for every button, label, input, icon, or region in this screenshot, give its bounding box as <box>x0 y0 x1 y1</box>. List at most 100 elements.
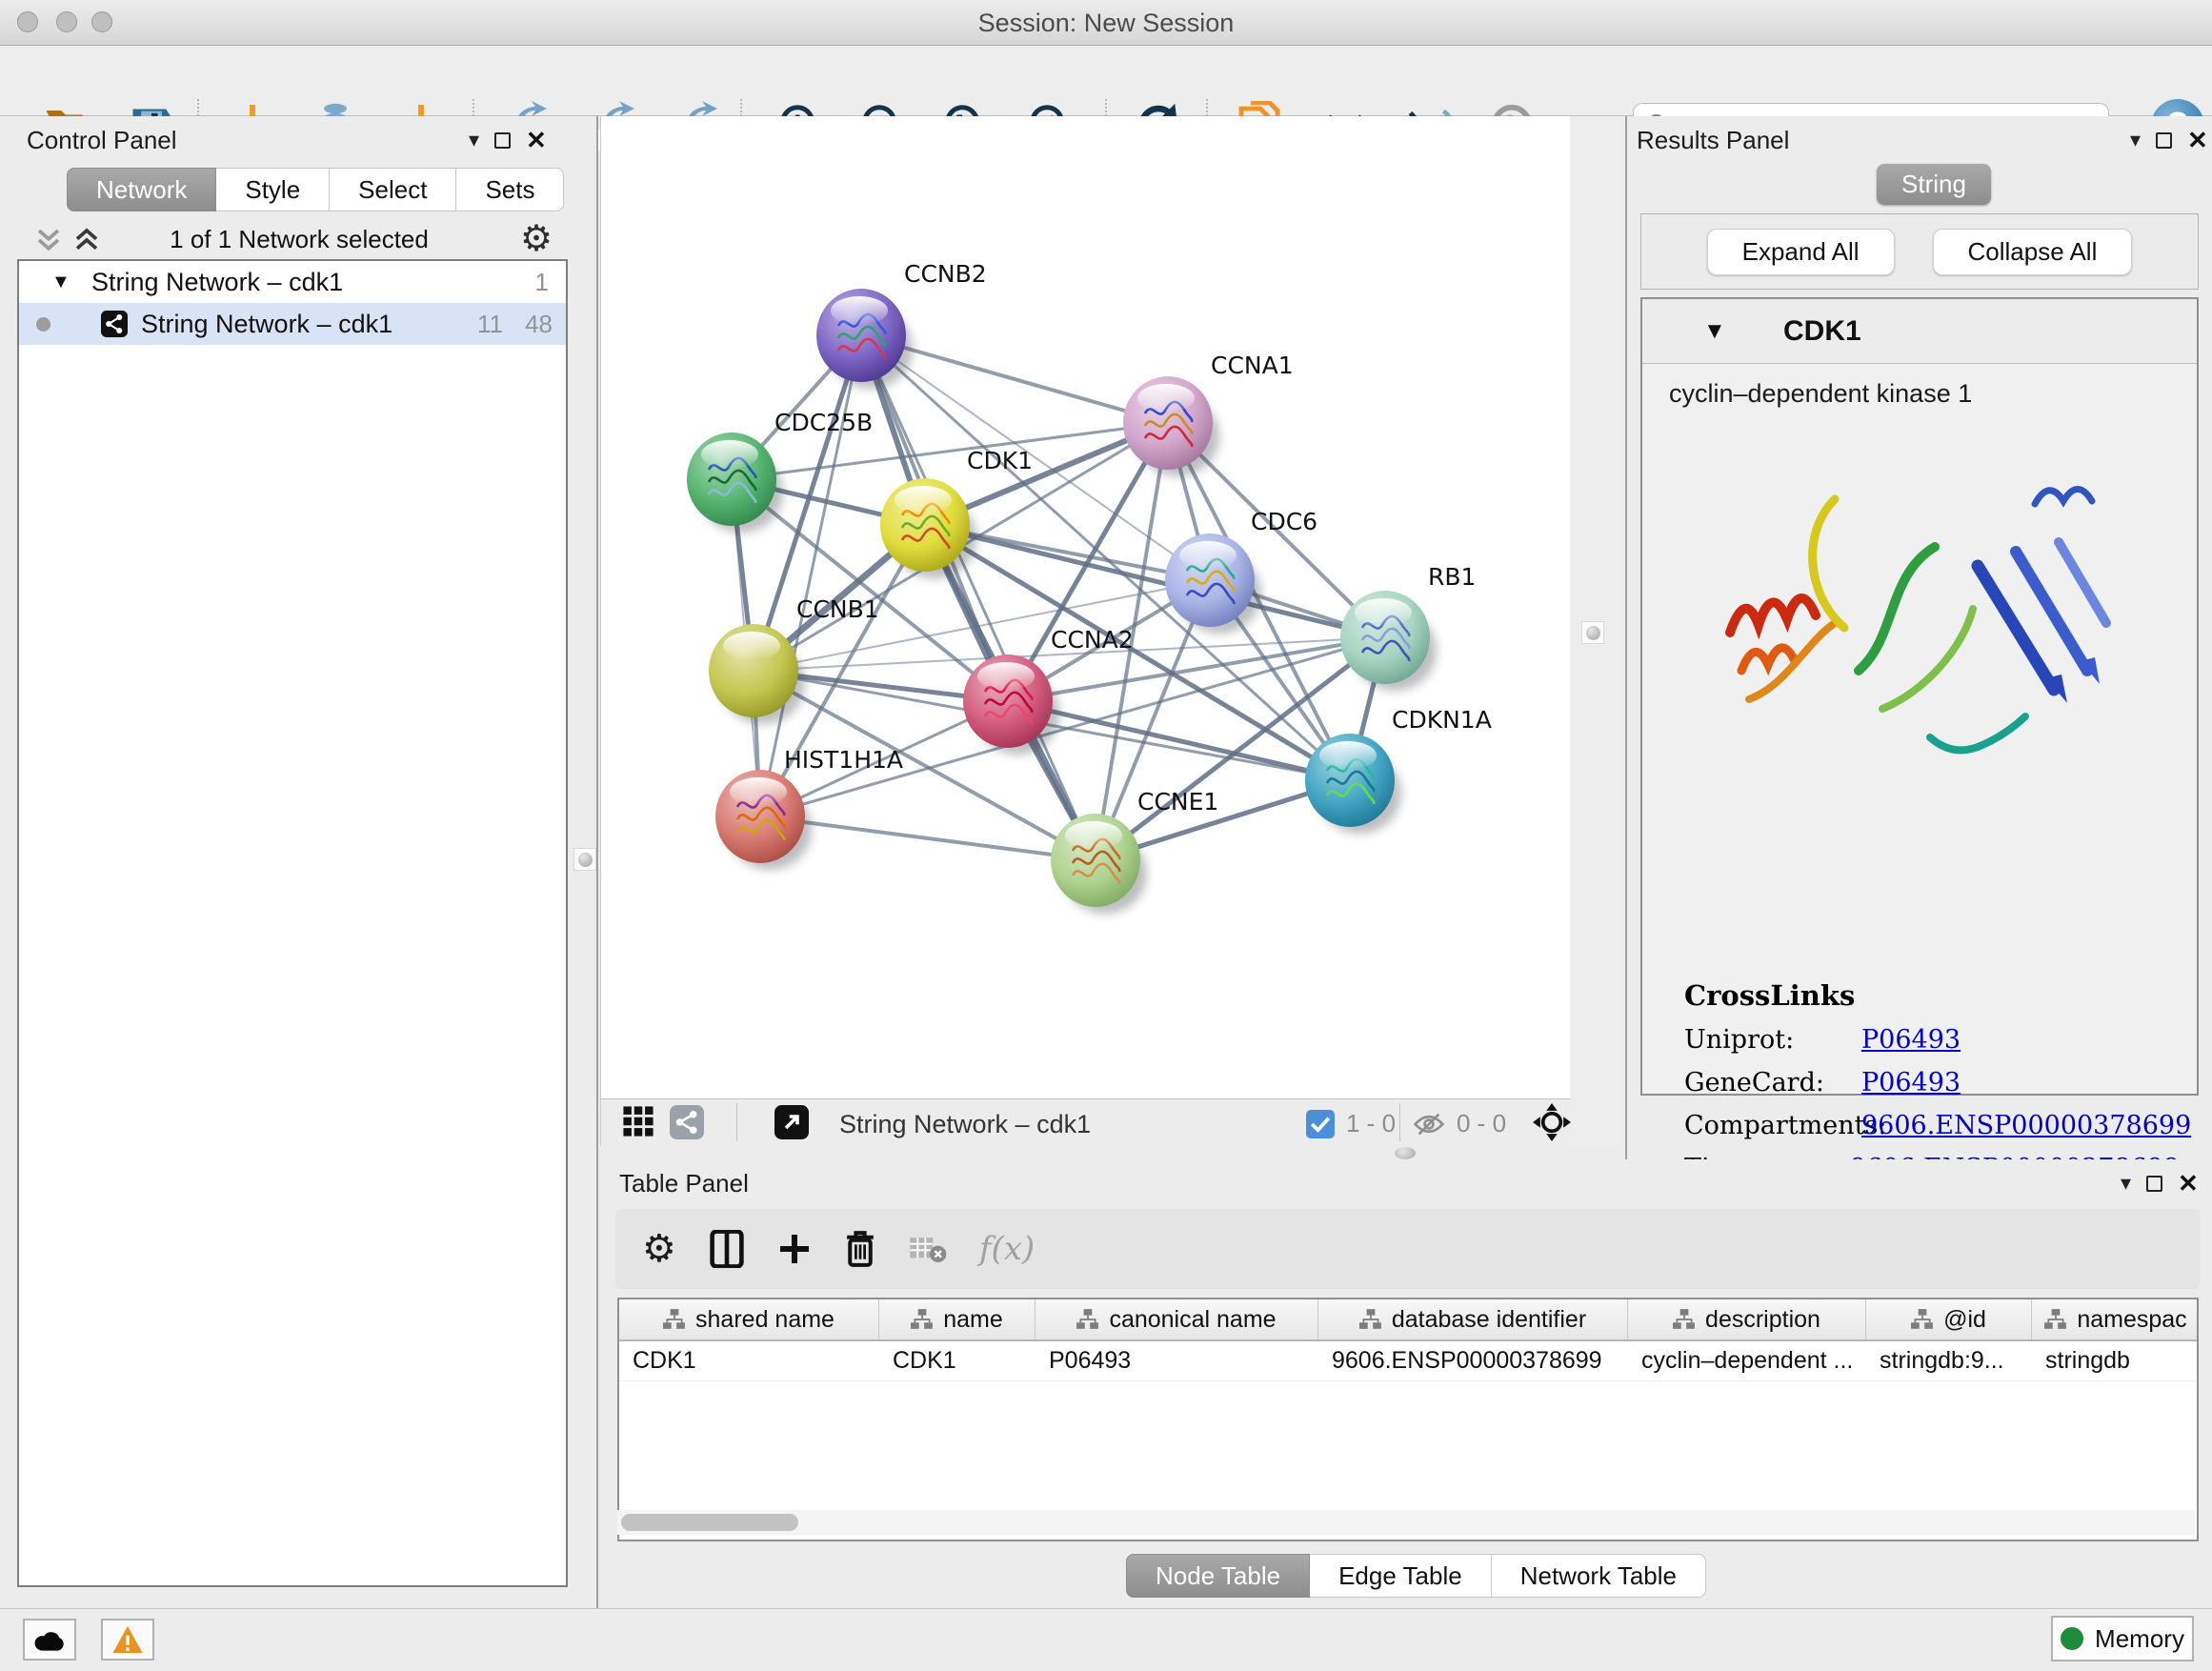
network-node-cdkn1a[interactable] <box>1305 734 1401 834</box>
selected-counts: 1 - 0 <box>1346 1109 1396 1138</box>
results-tab-string[interactable]: String <box>1877 164 1991 205</box>
panel-menu-icon[interactable]: ▾ <box>469 130 479 151</box>
column-header-description[interactable]: description <box>1628 1299 1866 1339</box>
network-label: String Network – cdk1 <box>141 310 392 339</box>
network-node-cdc25b[interactable] <box>687 433 783 533</box>
open-in-window-icon[interactable] <box>774 1105 809 1139</box>
panel-close-icon[interactable]: ✕ <box>2178 1171 2199 1196</box>
network-options-gear-icon[interactable]: ⚙ <box>520 217 553 260</box>
panel-close-icon[interactable]: ✕ <box>526 128 547 152</box>
table-panel: Table Panel ▾ ✕ ⚙ f(x) shared namenameca… <box>600 1159 2212 1608</box>
right-splitter-handle[interactable] <box>1581 621 1604 644</box>
network-node-rb1[interactable] <box>1340 591 1437 691</box>
crosslinks-title: CrossLinks <box>1684 979 2180 1012</box>
expand-collapse-bar: Expand All Collapse All <box>1640 213 2199 290</box>
memory-button[interactable]: Memory <box>2051 1616 2194 1661</box>
crosslink-link[interactable]: 9606.ENSP00000378699 <box>1861 1111 2191 1140</box>
column-type-icon <box>1911 1309 1934 1330</box>
function-builder-icon[interactable]: f(x) <box>979 1230 1035 1268</box>
tab-sets[interactable]: Sets <box>456 168 564 211</box>
selected-checkbox-icon[interactable] <box>1306 1110 1335 1138</box>
left-splitter-handle[interactable] <box>573 848 596 871</box>
tab-node-table[interactable]: Node Table <box>1126 1554 1310 1598</box>
network-collection-row[interactable]: ▼ String Network – cdk1 1 <box>19 261 566 303</box>
column-type-icon <box>911 1309 934 1330</box>
delete-column-icon[interactable] <box>844 1230 876 1268</box>
crosslink-row: Compartments:9606.ENSP00000378699 <box>1684 1111 2180 1140</box>
clear-table-icon[interactable] <box>909 1234 947 1264</box>
collection-label: String Network – cdk1 <box>91 268 343 297</box>
application-window: Session: New Session <box>0 0 2212 1671</box>
node-table[interactable]: shared namenamecanonical namedatabase id… <box>617 1298 2199 1541</box>
hidden-counts: 0 - 0 <box>1457 1109 1506 1138</box>
collapse-all-button[interactable]: Collapse All <box>1933 229 2133 275</box>
table-settings-gear-icon[interactable]: ⚙ <box>642 1227 676 1271</box>
selected-count-group: 1 - 0 <box>1306 1109 1396 1138</box>
panel-close-icon[interactable]: ✕ <box>2187 128 2208 152</box>
network-canvas[interactable]: CCNB2CCNA1CDC25BCDK1CDC6RB1CCNB1CCNA2CDK… <box>600 116 1570 1098</box>
hidden-eye-icon[interactable] <box>1413 1110 1445 1138</box>
panel-float-icon[interactable] <box>2146 1176 2162 1192</box>
tab-network-table[interactable]: Network Table <box>1492 1554 1706 1598</box>
results-panel-controls: ▾ ✕ <box>2130 128 2208 152</box>
table-cell[interactable]: P06493 <box>1036 1341 1318 1380</box>
column-header-shared-name[interactable]: shared name <box>619 1299 879 1339</box>
scrollbar-thumb[interactable] <box>621 1514 798 1531</box>
panel-menu-icon[interactable]: ▾ <box>2130 130 2141 151</box>
collection-expand-icon[interactable]: ▼ <box>51 272 70 293</box>
warnings-button[interactable] <box>101 1619 154 1661</box>
network-node-ccna1[interactable] <box>1123 376 1219 476</box>
column-header-database-identifier[interactable]: database identifier <box>1318 1299 1628 1339</box>
add-column-icon[interactable] <box>777 1232 812 1266</box>
table-cell[interactable]: stringdb <box>2032 1341 2199 1380</box>
table-cell[interactable]: cyclin–dependent ... <box>1628 1341 1866 1380</box>
panel-float-icon[interactable] <box>494 132 511 149</box>
network-edge[interactable] <box>760 335 861 816</box>
network-node-ccne1[interactable] <box>1051 814 1147 914</box>
hidden-count-group: 0 - 0 <box>1413 1109 1506 1138</box>
cloud-status-button[interactable] <box>23 1619 76 1661</box>
column-header-name[interactable]: name <box>879 1299 1036 1339</box>
network-selection-row: 1 of 1 Network selected ⚙ <box>0 215 598 263</box>
toolbar-separator <box>1399 1103 1400 1141</box>
column-header-canonical-name[interactable]: canonical name <box>1036 1299 1318 1339</box>
results-panel: Results Panel ▾ ✕ String Expand All Coll… <box>1625 116 2212 1159</box>
network-node-cdk1[interactable] <box>880 478 976 578</box>
table-row[interactable]: CDK1CDK1P064939606.ENSP00000378699cyclin… <box>619 1341 2197 1381</box>
collapse-section-icon[interactable]: ▼ <box>1703 318 1726 345</box>
splitter-grip-icon <box>578 853 593 867</box>
network-node-hist1h1a[interactable] <box>715 770 812 870</box>
show-columns-icon[interactable] <box>709 1230 745 1268</box>
network-edge[interactable] <box>861 335 1096 860</box>
table-horizontal-scrollbar[interactable] <box>617 1510 2195 1535</box>
protein-structure-image <box>1692 433 2149 818</box>
network-view-title: String Network – cdk1 <box>839 1110 1091 1139</box>
network-node-ccna2[interactable] <box>963 654 1059 755</box>
birdseye-view-icon[interactable] <box>1533 1103 1571 1141</box>
network-node-ccnb2[interactable] <box>816 289 913 389</box>
network-selected-status: 1 of 1 Network selected <box>0 225 598 254</box>
table-cell[interactable]: stringdb:9... <box>1866 1341 2032 1380</box>
main-toolbar: ? <box>0 46 2212 116</box>
table-cell[interactable]: CDK1 <box>879 1341 1036 1380</box>
protein-card-header[interactable]: ▼ CDK1 <box>1642 299 2197 364</box>
network-node-cdc6[interactable] <box>1165 534 1261 634</box>
panel-menu-icon[interactable]: ▾ <box>2121 1173 2131 1194</box>
string-view-icon[interactable] <box>670 1105 704 1139</box>
tab-style[interactable]: Style <box>216 168 330 211</box>
tab-edge-table[interactable]: Edge Table <box>1310 1554 1492 1598</box>
network-graph[interactable]: CCNB2CCNA1CDC25BCDK1CDC6RB1CCNB1CCNA2CDK… <box>601 116 1571 1098</box>
crosslink-link[interactable]: P06493 <box>1861 1025 1961 1055</box>
expand-all-button[interactable]: Expand All <box>1707 229 1895 275</box>
grid-view-icon[interactable] <box>622 1105 654 1137</box>
table-cell[interactable]: 9606.ENSP00000378699 <box>1318 1341 1628 1380</box>
tab-select[interactable]: Select <box>330 168 456 211</box>
column-header--id[interactable]: @id <box>1866 1299 2032 1339</box>
table-cell[interactable]: CDK1 <box>619 1341 879 1380</box>
tab-network[interactable]: Network <box>67 168 216 211</box>
crosslink-link[interactable]: P06493 <box>1861 1068 1961 1097</box>
panel-float-icon[interactable] <box>2156 132 2172 149</box>
column-header-namespac[interactable]: namespac <box>2032 1299 2199 1339</box>
horizontal-splitter-handle[interactable] <box>1395 1147 1416 1159</box>
network-row[interactable]: String Network – cdk1 11 48 <box>19 303 566 345</box>
